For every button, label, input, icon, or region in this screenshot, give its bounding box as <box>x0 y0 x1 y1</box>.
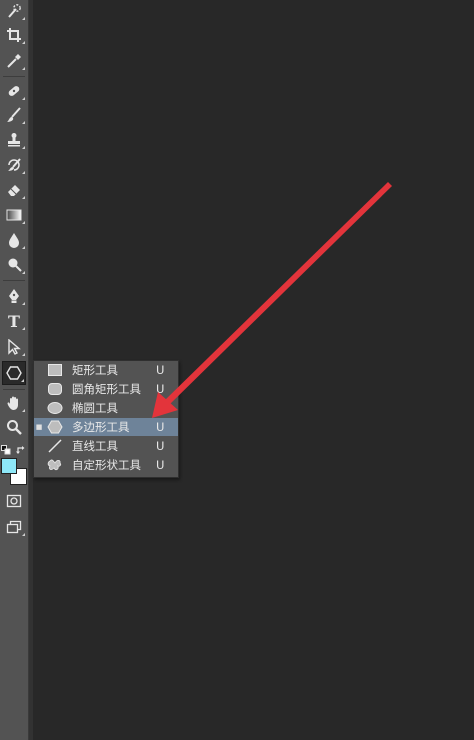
menu-item-shortcut: U <box>156 420 165 434</box>
history-brush-icon <box>8 158 21 171</box>
eyedropper-icon <box>7 54 21 68</box>
custom-shape-tool-item[interactable]: 自定形状工具 U <box>34 456 178 474</box>
brush-icon <box>7 107 21 122</box>
brush-tool[interactable] <box>2 104 26 126</box>
clone-stamp-tool[interactable] <box>2 129 26 151</box>
line-icon <box>44 438 66 454</box>
crop-icon <box>7 28 21 42</box>
polygon-tool-item[interactable]: ■ 多边形工具 U <box>34 418 178 436</box>
crop-tool[interactable] <box>2 24 26 46</box>
menu-item-label: 圆角矩形工具 <box>72 382 141 396</box>
custom-shape-icon <box>44 457 66 473</box>
path-selection-tool[interactable] <box>2 336 26 358</box>
shape-tools-flyout-menu: 矩形工具 U 圆角矩形工具 U 椭圆工具 U ■ 多边形工具 U 直线工具 U … <box>33 360 179 478</box>
ellipse-icon <box>44 400 66 416</box>
zoom-tool[interactable] <box>2 416 26 438</box>
gradient-icon <box>6 209 22 221</box>
rounded-rectangle-icon <box>44 381 66 397</box>
spot-healing-tool[interactable] <box>2 80 26 102</box>
eraser-icon <box>8 185 20 196</box>
menu-item-shortcut: U <box>156 382 165 396</box>
menu-item-shortcut: U <box>156 458 165 472</box>
path-selection-icon <box>8 339 21 355</box>
ellipse-tool-item[interactable]: 椭圆工具 U <box>34 399 178 417</box>
dodge-icon <box>8 258 22 272</box>
swap-colors-icon[interactable] <box>16 440 26 454</box>
zoom-icon <box>7 420 22 435</box>
polygon-icon <box>6 366 22 380</box>
history-brush-tool[interactable] <box>2 154 26 176</box>
menu-item-label: 自定形状工具 <box>72 458 141 472</box>
type-tool[interactable]: T <box>2 310 26 332</box>
pen-tool[interactable] <box>2 285 26 307</box>
rectangle-icon <box>44 362 66 378</box>
stamp-icon <box>8 133 20 147</box>
rectangle-tool-item[interactable]: 矩形工具 U <box>34 361 178 379</box>
rounded-rectangle-tool-item[interactable]: 圆角矩形工具 U <box>34 380 178 398</box>
eyedropper-tool[interactable] <box>2 50 26 72</box>
quick-mask-button[interactable] <box>2 490 26 512</box>
drop-icon <box>9 233 19 248</box>
shape-tool[interactable] <box>2 361 26 385</box>
menu-item-shortcut: U <box>156 363 165 377</box>
hand-icon <box>7 396 18 410</box>
screen-mode-icon <box>6 520 22 534</box>
screen-mode-button[interactable] <box>2 516 26 538</box>
foreground-color-swatch[interactable] <box>1 458 17 474</box>
menu-item-label: 多边形工具 <box>72 420 130 434</box>
default-colors-icon[interactable] <box>1 440 11 455</box>
menu-item-label: 直线工具 <box>72 439 118 453</box>
quick-selection-tool[interactable] <box>2 0 26 22</box>
gradient-tool[interactable] <box>2 204 26 226</box>
type-icon: T <box>8 311 20 331</box>
polygon-icon <box>44 419 66 435</box>
pen-icon <box>9 289 19 303</box>
menu-item-label: 椭圆工具 <box>72 401 118 415</box>
bandage-icon <box>8 86 20 96</box>
menu-item-shortcut: U <box>156 401 165 415</box>
quick-selection-icon <box>8 4 21 18</box>
selected-bullet-icon: ■ <box>35 423 43 431</box>
quick-mask-icon <box>6 494 22 508</box>
dodge-tool[interactable] <box>2 254 26 276</box>
eraser-tool[interactable] <box>2 179 26 201</box>
line-tool-item[interactable]: 直线工具 U <box>34 437 178 455</box>
hand-tool[interactable] <box>2 392 26 414</box>
menu-item-shortcut: U <box>156 439 165 453</box>
blur-tool[interactable] <box>2 229 26 251</box>
menu-item-label: 矩形工具 <box>72 363 118 377</box>
